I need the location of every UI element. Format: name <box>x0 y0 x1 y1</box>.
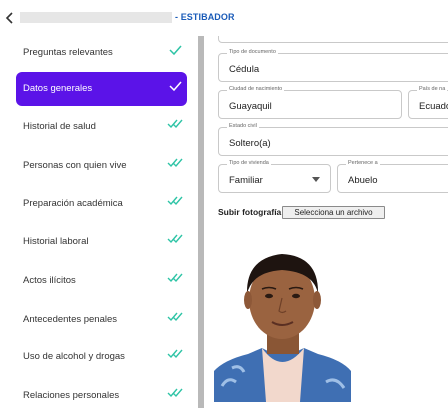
select-file-button[interactable]: Selecciona un archivo <box>282 206 385 219</box>
estado-civil-label: Estado civil <box>227 123 259 129</box>
check-icon <box>169 81 182 92</box>
sidebar-item-label: Relaciones personales <box>23 390 120 401</box>
dropdown-arrow-icon <box>312 177 320 182</box>
ciudad-nacimiento-field[interactable]: Ciudad de nacimiento Guayaquil <box>218 86 402 119</box>
double-check-icon <box>167 388 183 398</box>
pertenece-a-value: Abuelo <box>348 175 378 186</box>
profile-photo <box>214 236 351 402</box>
sidebar-item-label: Uso de alcohol y drogas <box>23 351 125 362</box>
ciudad-nacimiento-value: Guayaquil <box>229 101 272 112</box>
sidebar-item-uso-de-alcohol-y-drogas[interactable]: Uso de alcohol y drogas <box>16 340 187 374</box>
sidebar: Preguntas relevantes Datos generales His… <box>0 36 198 408</box>
tipo-documento-label: Tipo de documento <box>227 49 278 55</box>
subir-fotografia-label: Subir fotografía <box>218 207 282 217</box>
sidebar-item-label: Antecedentes penales <box>23 314 118 325</box>
sidebar-item-label: Preparación académica <box>23 198 123 209</box>
datos-generales-form: Tipo de documento Cédula Ciudad de nacim… <box>204 36 448 408</box>
previous-field[interactable] <box>218 36 448 43</box>
page-header: - ESTIBADOR <box>0 0 448 36</box>
sidebar-item-label: Historial de salud <box>23 121 96 132</box>
double-check-icon <box>167 119 183 129</box>
tipo-documento-value: Cédula <box>229 64 260 75</box>
pais-nacimiento-label: País de na <box>417 86 448 92</box>
sidebar-item-label: Preguntas relevantes <box>23 47 113 58</box>
page-title: - ESTIBADOR <box>175 12 235 22</box>
sidebar-item-antecedentes-penales[interactable]: Antecedentes penales <box>16 303 187 337</box>
sidebar-item-preparacion-academica[interactable]: Preparación académica <box>16 187 187 221</box>
sidebar-item-preguntas-relevantes[interactable]: Preguntas relevantes <box>16 36 187 70</box>
sidebar-item-personas-con-quien-vive[interactable]: Personas con quien vive <box>16 149 187 183</box>
pais-nacimiento-field[interactable]: País de na Ecuado <box>408 86 448 119</box>
tipo-vivienda-label: Tipo de vivienda <box>227 160 271 166</box>
sidebar-item-historial-de-salud[interactable]: Historial de salud <box>16 110 187 144</box>
estado-civil-value: Soltero(a) <box>229 138 271 149</box>
check-icon <box>169 45 182 56</box>
double-check-icon <box>167 349 183 359</box>
redacted-name <box>20 12 172 23</box>
pertenece-a-label: Pertenece a <box>346 160 380 166</box>
pertenece-a-select[interactable]: Pertenece a Abuelo <box>337 160 448 193</box>
sidebar-item-datos-generales[interactable]: Datos generales <box>16 72 187 106</box>
ciudad-nacimiento-label: Ciudad de nacimiento <box>227 86 285 92</box>
sidebar-item-historial-laboral[interactable]: Historial laboral <box>16 225 187 259</box>
double-check-icon <box>167 273 183 283</box>
double-check-icon <box>167 158 183 168</box>
estado-civil-select[interactable]: Estado civil Soltero(a) <box>218 123 448 156</box>
sidebar-item-label: Personas con quien vive <box>23 160 127 171</box>
pais-nacimiento-value: Ecuado <box>419 101 448 112</box>
chevron-left-icon[interactable] <box>4 10 16 26</box>
tipo-vivienda-select[interactable]: Tipo de vivienda Familiar <box>218 160 331 193</box>
tipo-documento-select[interactable]: Tipo de documento Cédula <box>218 49 448 82</box>
sidebar-item-actos-ilicitos[interactable]: Actos ilícitos <box>16 264 187 298</box>
sidebar-item-label: Datos generales <box>23 83 93 94</box>
double-check-icon <box>167 196 183 206</box>
sidebar-item-relaciones-personales[interactable]: Relaciones personales <box>16 379 187 408</box>
sidebar-item-label: Historial laboral <box>23 236 89 247</box>
double-check-icon <box>167 312 183 322</box>
sidebar-item-label: Actos ilícitos <box>23 275 76 286</box>
double-check-icon <box>167 234 183 244</box>
tipo-vivienda-value: Familiar <box>229 175 263 186</box>
